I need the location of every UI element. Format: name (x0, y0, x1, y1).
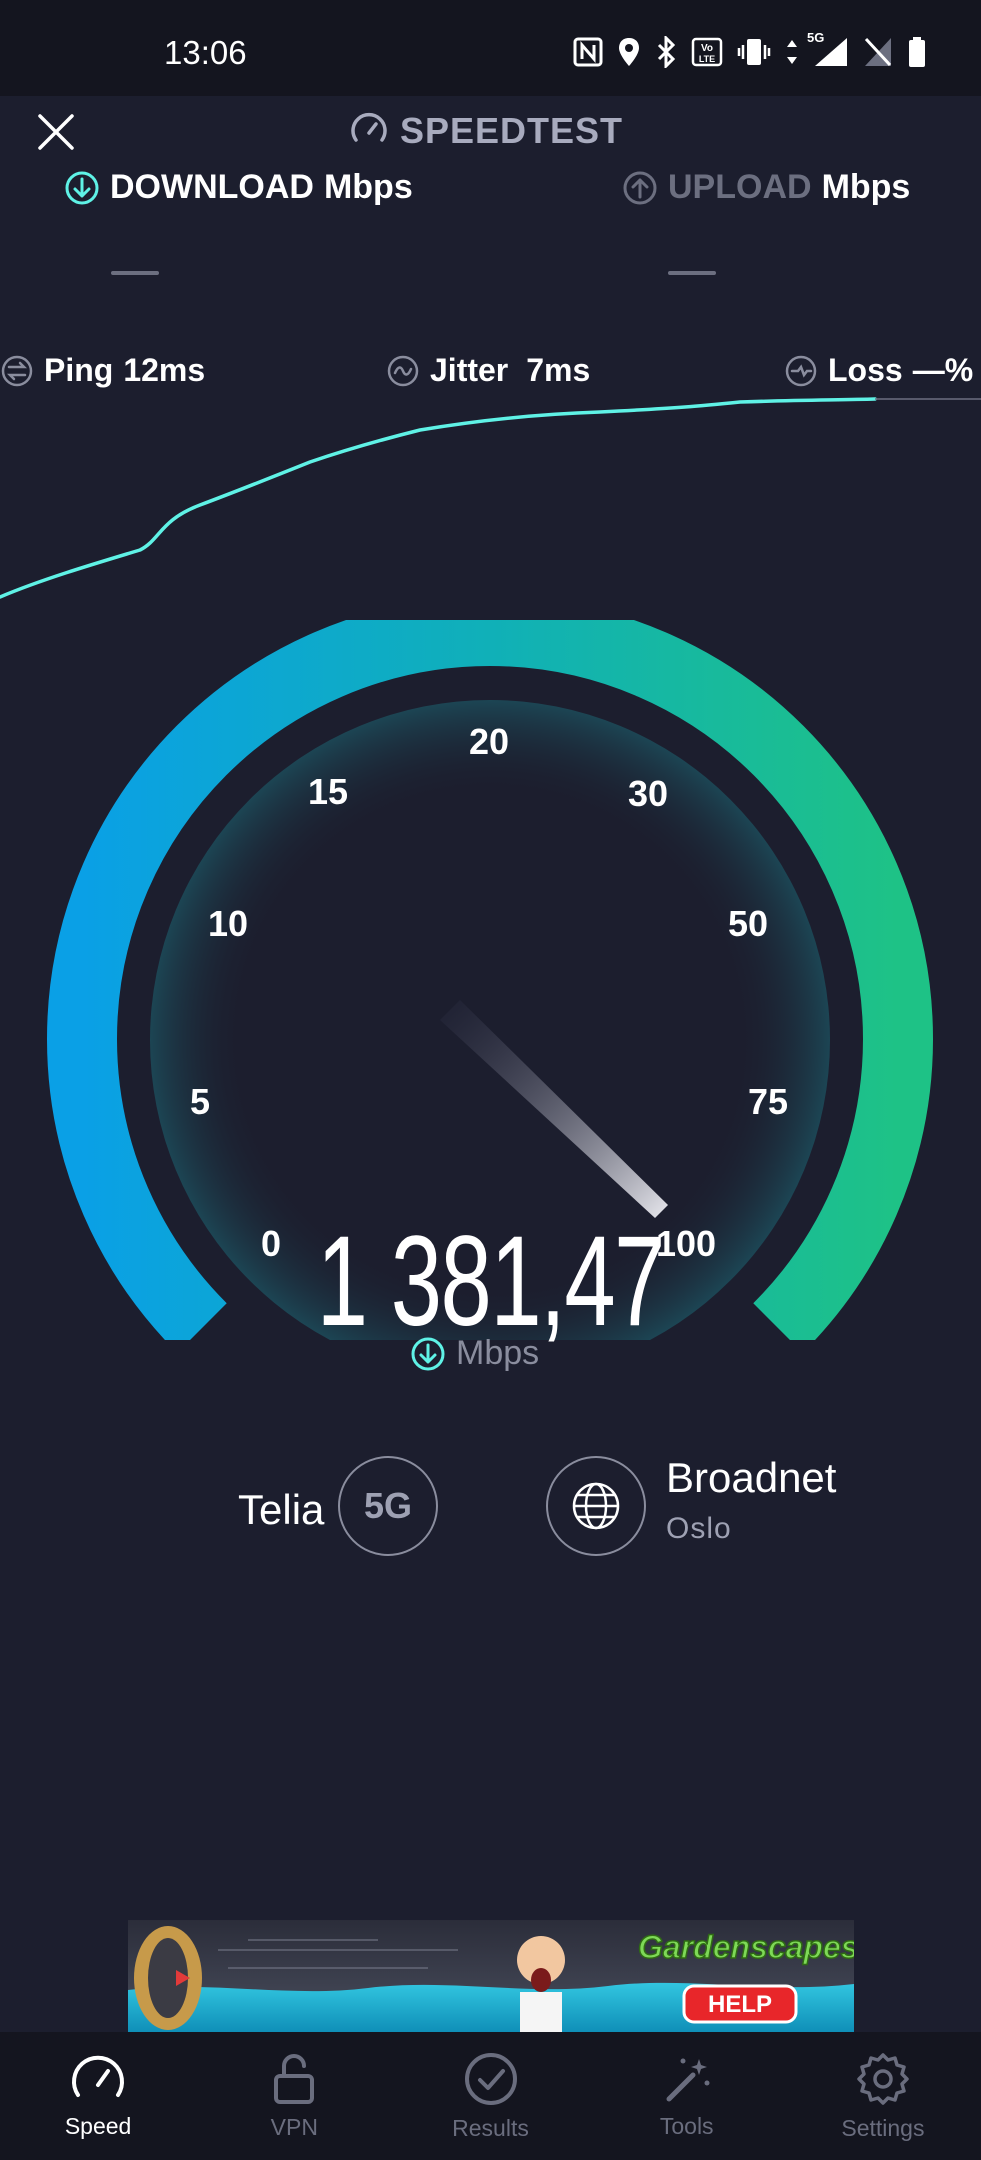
jitter-value: 7ms (526, 352, 591, 388)
download-header: DOWNLOAD Mbps (64, 168, 413, 207)
speed-graph-line (0, 397, 877, 599)
bluetooth-icon (655, 36, 677, 68)
loss-label: Loss (828, 352, 903, 388)
ping-label: Ping (44, 352, 114, 388)
gauge-tick-label: 10 (208, 903, 248, 944)
jitter-label: Jitter (430, 352, 509, 388)
gauge-tick-label: 30 (628, 773, 668, 814)
current-speed-value: 1 381,47 (316, 1210, 666, 1353)
server-location: Oslo (666, 1512, 732, 1545)
download-arrow-icon (65, 171, 99, 204)
nav-label: VPN (270, 2113, 318, 2140)
upload-arrow-icon (623, 171, 657, 204)
upload-value-placeholder (668, 271, 716, 275)
network-type-label: 5G (807, 30, 825, 45)
lock-icon (274, 2053, 315, 2104)
check-circle-icon (464, 2052, 517, 2105)
download-unit: Mbps (323, 168, 413, 206)
svg-text:Vo: Vo (701, 43, 713, 54)
ad-image: Gardenscapes HELP (128, 1920, 854, 2032)
nav-label: Results (452, 2114, 529, 2141)
upload-header: UPLOAD Mbps (622, 168, 910, 207)
close-button[interactable] (36, 112, 76, 152)
no-sim-icon (863, 36, 893, 68)
gauge-tick-label: 20 (469, 721, 509, 762)
server-selector-button[interactable] (546, 1456, 646, 1556)
nav-tools[interactable]: Tools (589, 2032, 785, 2160)
ad-brand: Gardenscapes (638, 1929, 854, 1965)
volte-icon: Vo LTE (691, 36, 723, 68)
download-label: DOWNLOAD (110, 168, 314, 206)
location-icon (617, 36, 641, 68)
page-title: SPEEDTEST (350, 110, 623, 152)
data-arrows-icon (785, 36, 799, 68)
speedometer-icon (72, 2055, 125, 2097)
gear-icon (857, 2052, 909, 2105)
nav-label: Tools (659, 2112, 714, 2139)
ad-banner[interactable]: Gardenscapes HELP (128, 1920, 854, 2032)
loss-icon (785, 355, 817, 386)
signal-icon: 5G (807, 30, 849, 68)
nav-label: Speed (64, 2112, 132, 2139)
speedometer-icon (351, 112, 387, 142)
download-arrow-icon (411, 1337, 445, 1370)
jitter-icon (387, 355, 419, 386)
ping-metric: Ping 12ms (0, 352, 205, 389)
status-bar: 13:06 Vo LTE 5G (0, 0, 981, 96)
upload-unit: Mbps (821, 168, 911, 206)
server-name[interactable]: Broadnet (666, 1454, 836, 1502)
nav-settings[interactable]: Settings (785, 2032, 981, 2160)
ad-cta: HELP (708, 1991, 772, 2018)
vibrate-icon (737, 36, 771, 68)
speed-graph (0, 397, 981, 599)
battery-icon (907, 36, 927, 68)
provider-name: Telia (238, 1486, 325, 1533)
title-text: SPEEDTEST (400, 110, 624, 151)
network-type-badge[interactable]: 5G (338, 1456, 438, 1556)
network-type-text: 5G (363, 1485, 413, 1526)
close-icon (38, 114, 74, 150)
nav-speed[interactable]: Speed (0, 2032, 196, 2160)
nav-vpn[interactable]: VPN (196, 2032, 392, 2160)
gauge-tick-label: 5 (190, 1081, 210, 1122)
download-value-placeholder (111, 271, 159, 275)
gauge-tick-label: 50 (728, 903, 768, 944)
nav-label: Settings (841, 2114, 925, 2141)
gauge-tick-label: 75 (748, 1081, 788, 1122)
nfc-icon (573, 36, 603, 68)
globe-icon (572, 1482, 620, 1530)
status-time: 13:06 (164, 34, 247, 71)
nav-results[interactable]: Results (392, 2032, 588, 2160)
speed-unit: Mbps (410, 1334, 539, 1373)
gauge-tick-label: 15 (308, 771, 348, 812)
ping-value: 12ms (123, 352, 206, 388)
loss-metric: Loss —% (784, 352, 973, 389)
magic-wand-icon (666, 2058, 710, 2101)
loss-value: —% (912, 352, 974, 388)
svg-text:LTE: LTE (699, 54, 715, 64)
bottom-nav: Speed VPN Results Tools Settings (0, 2032, 981, 2160)
status-icons: Vo LTE 5G (573, 30, 927, 68)
speed-unit-label: Mbps (456, 1334, 540, 1372)
jitter-metric: Jitter 7ms (386, 352, 590, 389)
upload-label: UPLOAD (668, 168, 812, 206)
ping-icon (1, 355, 33, 386)
